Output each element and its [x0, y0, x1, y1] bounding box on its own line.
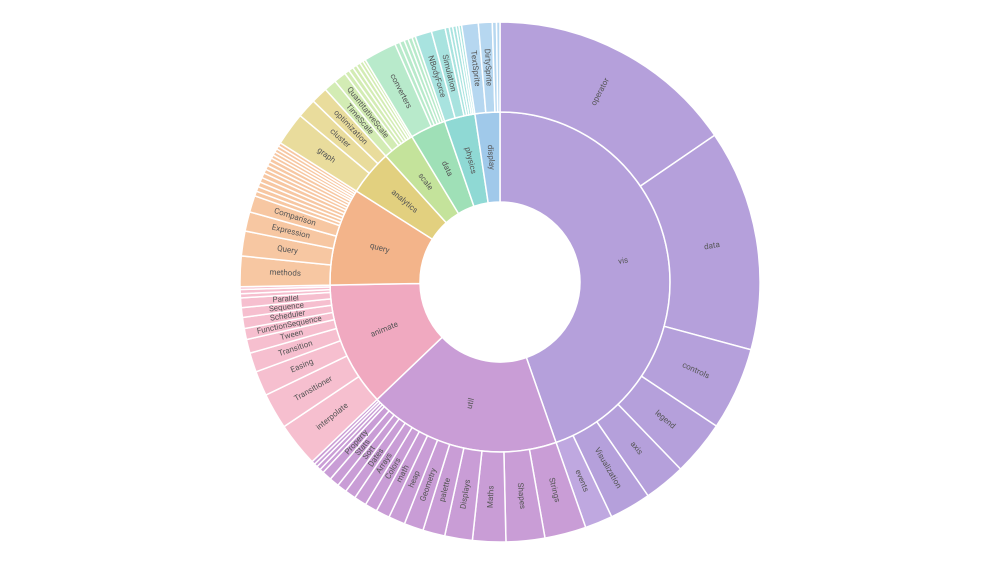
ring2-slice[interactable] — [496, 22, 500, 112]
sunburst-chart[interactable]: visoperatordatacontrolslegendaxisVisuali… — [0, 0, 1000, 564]
